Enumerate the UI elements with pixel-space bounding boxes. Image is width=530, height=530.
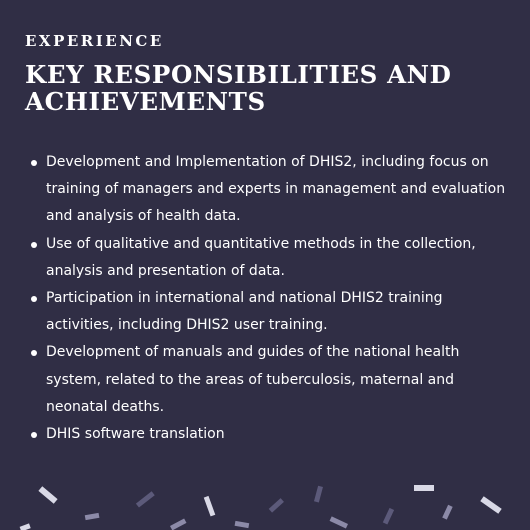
experience-card: EXPERIENCE KEY RESPONSIBILITIES AND ACHI… (0, 0, 530, 530)
bullet-icon (31, 350, 37, 357)
bullet-icon (31, 296, 37, 303)
confetti-piece (234, 520, 250, 529)
confetti-piece (480, 496, 502, 514)
confetti-piece (414, 485, 434, 491)
list-item-text: Development of manuals and guides of the… (46, 344, 460, 415)
list-item: Development and Implementation of DHIS2,… (24, 149, 514, 231)
confetti-piece (203, 495, 216, 517)
list-item: Use of qualitative and quantitative meth… (24, 231, 514, 285)
list-item: Participation in international and natio… (24, 285, 514, 339)
confetti-piece (169, 518, 187, 530)
confetti-piece (135, 491, 155, 508)
confetti-piece (268, 498, 284, 513)
confetti-piece (442, 504, 453, 520)
list-item: Development of manuals and guides of the… (24, 339, 514, 421)
list-item-text: Development and Implementation of DHIS2,… (46, 154, 506, 225)
list-item-text: Use of qualitative and quantitative meth… (46, 235, 476, 279)
confetti-decoration (19, 485, 502, 530)
section-title: KEY RESPONSIBILITIES AND ACHIEVEMENTS (25, 60, 452, 116)
bullet-icon (31, 432, 37, 439)
list-item: DHIS software translation (24, 421, 514, 448)
confetti-piece (38, 486, 58, 504)
responsibilities-list: Development and Implementation of DHIS2,… (24, 149, 514, 448)
confetti-piece (329, 516, 349, 529)
section-eyebrow: EXPERIENCE (25, 32, 164, 50)
confetti-piece (84, 512, 100, 521)
bullet-icon (31, 241, 37, 248)
confetti-piece (19, 523, 31, 530)
confetti-piece (313, 485, 323, 503)
confetti-piece (382, 507, 395, 525)
list-item-text: Participation in international and natio… (46, 290, 443, 334)
bullet-icon (31, 160, 37, 166)
list-item-text: DHIS software translation (46, 426, 225, 443)
